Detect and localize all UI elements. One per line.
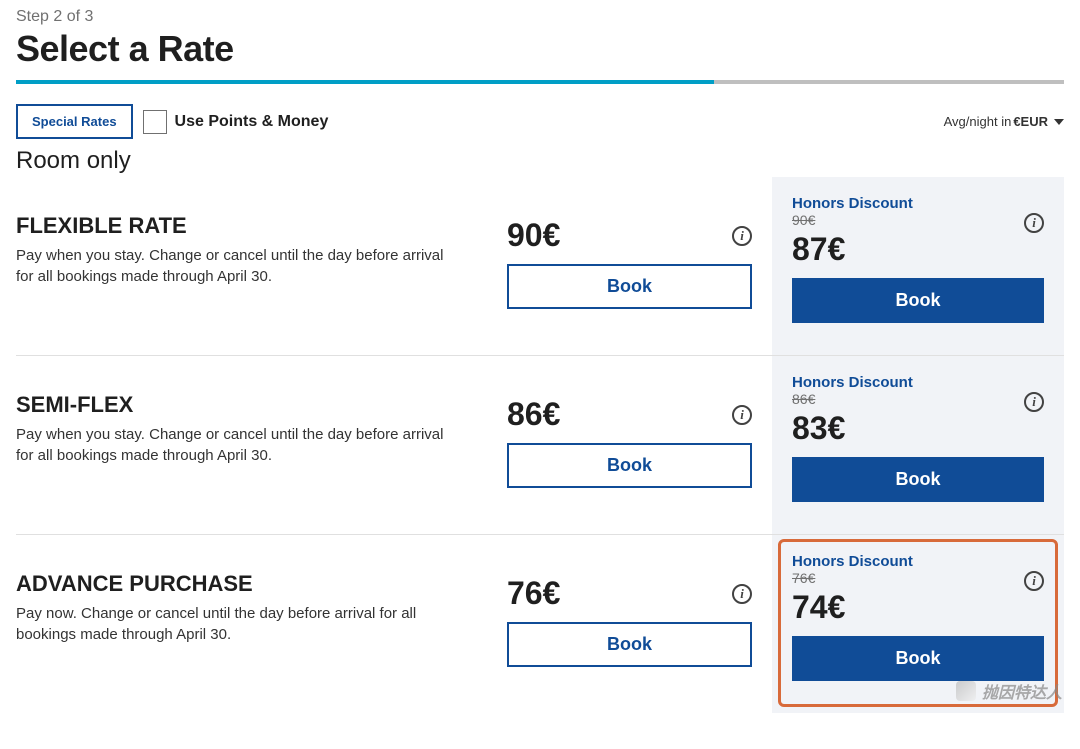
standard-price: 86€ bbox=[507, 396, 560, 433]
honors-strike-price: 90€ bbox=[792, 212, 913, 228]
info-icon[interactable]: i bbox=[1024, 213, 1044, 233]
book-button-honors[interactable]: Book bbox=[792, 636, 1044, 681]
book-button-honors[interactable]: Book bbox=[792, 457, 1044, 502]
special-rates-button[interactable]: Special Rates bbox=[16, 104, 133, 139]
book-button-standard[interactable]: Book bbox=[507, 443, 752, 488]
book-button-honors[interactable]: Book bbox=[792, 278, 1044, 323]
info-icon[interactable]: i bbox=[732, 405, 752, 425]
currency-label: €EUR bbox=[1013, 114, 1048, 129]
rate-row: SEMI-FLEX Pay when you stay. Change or ca… bbox=[16, 355, 1064, 534]
currency-selector[interactable]: Avg/night in €EUR bbox=[944, 114, 1064, 129]
rate-name: SEMI-FLEX bbox=[16, 392, 471, 418]
book-button-standard[interactable]: Book bbox=[507, 622, 752, 667]
info-icon[interactable]: i bbox=[1024, 392, 1044, 412]
rate-row: FLEXIBLE RATE Pay when you stay. Change o… bbox=[16, 177, 1064, 355]
honors-discount-label: Honors Discount bbox=[792, 374, 913, 391]
rate-name: FLEXIBLE RATE bbox=[16, 213, 471, 239]
honors-price: 83€ bbox=[792, 410, 1044, 447]
watermark: 抛因特达人 bbox=[956, 679, 1062, 703]
page-title: Select a Rate bbox=[16, 28, 1064, 70]
honors-strike-price: 86€ bbox=[792, 391, 913, 407]
honors-discount-label: Honors Discount bbox=[792, 553, 913, 570]
watermark-text: 抛因特达人 bbox=[982, 679, 1062, 703]
use-points-label: Use Points & Money bbox=[175, 113, 329, 131]
book-button-standard[interactable]: Book bbox=[507, 264, 752, 309]
section-heading: Room only bbox=[16, 147, 1064, 175]
info-icon[interactable]: i bbox=[732, 226, 752, 246]
rate-description: Pay when you stay. Change or cancel unti… bbox=[16, 245, 446, 287]
rate-description: Pay now. Change or cancel until the day … bbox=[16, 603, 446, 645]
chevron-down-icon bbox=[1054, 119, 1064, 125]
rate-description: Pay when you stay. Change or cancel unti… bbox=[16, 424, 446, 466]
rate-row: ADVANCE PURCHASE Pay now. Change or cance… bbox=[16, 534, 1064, 713]
watermark-icon bbox=[956, 681, 976, 701]
rate-name: ADVANCE PURCHASE bbox=[16, 571, 471, 597]
step-indicator: Step 2 of 3 bbox=[16, 8, 1064, 26]
honors-discount-label: Honors Discount bbox=[792, 195, 913, 212]
standard-price: 76€ bbox=[507, 575, 560, 612]
progress-bar bbox=[16, 80, 1064, 84]
standard-price: 90€ bbox=[507, 217, 560, 254]
honors-strike-price: 76€ bbox=[792, 570, 913, 586]
progress-fill bbox=[16, 80, 714, 84]
use-points-toggle[interactable]: Use Points & Money bbox=[143, 110, 329, 134]
info-icon[interactable]: i bbox=[732, 584, 752, 604]
avg-label-prefix: Avg/night in bbox=[944, 114, 1012, 129]
honors-price: 74€ bbox=[792, 589, 1044, 626]
honors-price: 87€ bbox=[792, 231, 1044, 268]
info-icon[interactable]: i bbox=[1024, 571, 1044, 591]
checkbox-icon[interactable] bbox=[143, 110, 167, 134]
